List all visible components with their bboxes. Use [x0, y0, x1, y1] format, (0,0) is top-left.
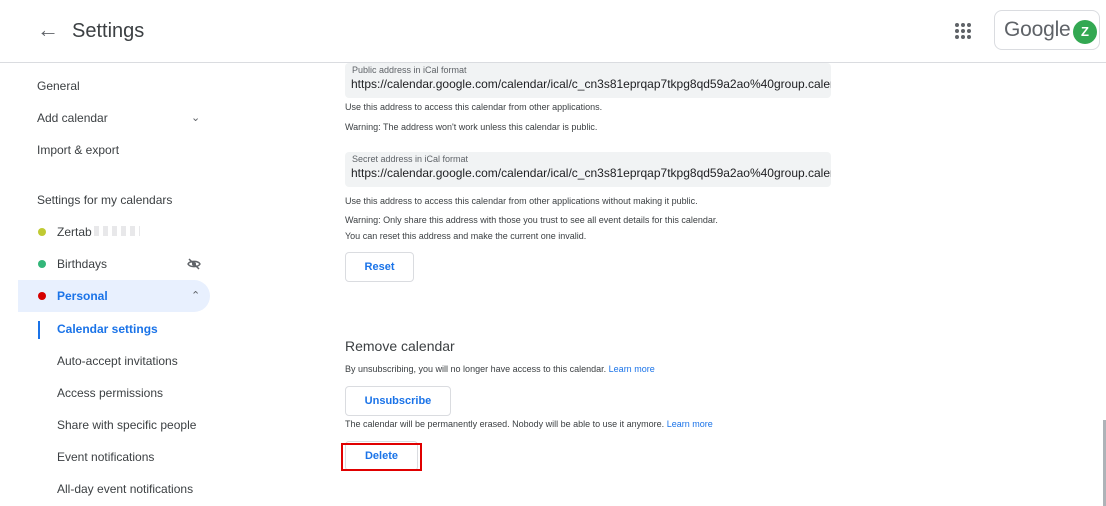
settings-sidebar: General Add calendar ⌄ Import & export S…	[0, 63, 225, 506]
delete-note: The calendar will be permanently erased.…	[345, 419, 713, 430]
public-ical-note: Use this address to access this calendar…	[345, 102, 603, 112]
sidebar-item-access-permissions[interactable]: Access permissions	[57, 385, 163, 401]
delete-highlight-box	[341, 443, 422, 471]
calendar-color-dot	[38, 228, 46, 236]
secret-ical-warning: Warning: Only share this address with th…	[345, 215, 718, 225]
unsubscribe-note-text: By unsubscribing, you will no longer hav…	[345, 364, 607, 374]
calendar-name: Zertab	[57, 225, 92, 239]
learn-more-link[interactable]: Learn more	[667, 419, 713, 429]
unsubscribe-note: By unsubscribing, you will no longer hav…	[345, 364, 655, 375]
account-switcher[interactable]: Google Z	[994, 10, 1100, 50]
sidebar-item-birthdays[interactable]: Birthdays	[0, 248, 210, 280]
nav-import-export[interactable]: Import & export	[37, 142, 119, 158]
delete-note-text: The calendar will be permanently erased.…	[345, 419, 665, 429]
back-arrow-icon[interactable]: ←	[36, 18, 60, 42]
public-ical-field[interactable]: Public address in iCal format https://ca…	[345, 63, 831, 98]
unsubscribe-button[interactable]: Unsubscribe	[345, 386, 451, 416]
sidebar-item-share[interactable]: Share with specific people	[57, 417, 196, 433]
calendar-name: Personal	[57, 289, 108, 303]
nav-general[interactable]: General	[37, 78, 80, 94]
my-calendars-label: Settings for my calendars	[37, 193, 173, 207]
calendar-settings-content: Public address in iCal format https://ca…	[225, 63, 1106, 506]
calendar-name: Birthdays	[57, 257, 108, 271]
secret-ical-label: Secret address in iCal format	[352, 154, 469, 164]
top-bar: ← Settings Google Z	[0, 0, 1106, 63]
redacted-text	[94, 226, 140, 236]
sidebar-item-allday-notifications[interactable]: All-day event notifications	[57, 481, 193, 497]
avatar[interactable]: Z	[1073, 20, 1097, 44]
secret-ical-reset-note: You can reset this address and make the …	[345, 231, 587, 241]
sidebar-item-zertab[interactable]: Zertab	[0, 216, 210, 248]
chevron-up-icon[interactable]: ⌃	[191, 289, 200, 302]
sidebar-item-calendar-settings[interactable]: Calendar settings	[57, 321, 158, 337]
public-ical-warning: Warning: The address won't work unless t…	[345, 122, 598, 132]
secret-ical-note: Use this address to access this calendar…	[345, 196, 698, 206]
public-ical-value[interactable]: https://calendar.google.com/calendar/ica…	[351, 76, 831, 92]
secret-ical-field[interactable]: Secret address in iCal format https://ca…	[345, 152, 831, 187]
learn-more-link[interactable]: Learn more	[609, 364, 655, 374]
reset-button[interactable]: Reset	[345, 252, 414, 282]
remove-calendar-heading: Remove calendar	[345, 338, 455, 354]
sidebar-item-personal[interactable]: Personal ⌃	[18, 280, 210, 312]
sidebar-item-event-notifications[interactable]: Event notifications	[57, 449, 154, 465]
visibility-off-icon[interactable]	[186, 256, 202, 272]
calendar-color-dot	[38, 292, 46, 300]
public-ical-label: Public address in iCal format	[352, 65, 467, 75]
google-logo: Google	[1004, 18, 1071, 41]
sidebar-item-auto-accept[interactable]: Auto-accept invitations	[57, 353, 178, 369]
calendar-color-dot	[38, 260, 46, 268]
secret-ical-value[interactable]: https://calendar.google.com/calendar/ica…	[351, 165, 831, 181]
chevron-down-icon[interactable]: ⌄	[191, 111, 200, 124]
active-indicator	[38, 321, 40, 339]
nav-add-calendar[interactable]: Add calendar	[37, 110, 108, 126]
page-title: Settings	[72, 20, 145, 42]
apps-grid-icon[interactable]	[952, 20, 974, 42]
